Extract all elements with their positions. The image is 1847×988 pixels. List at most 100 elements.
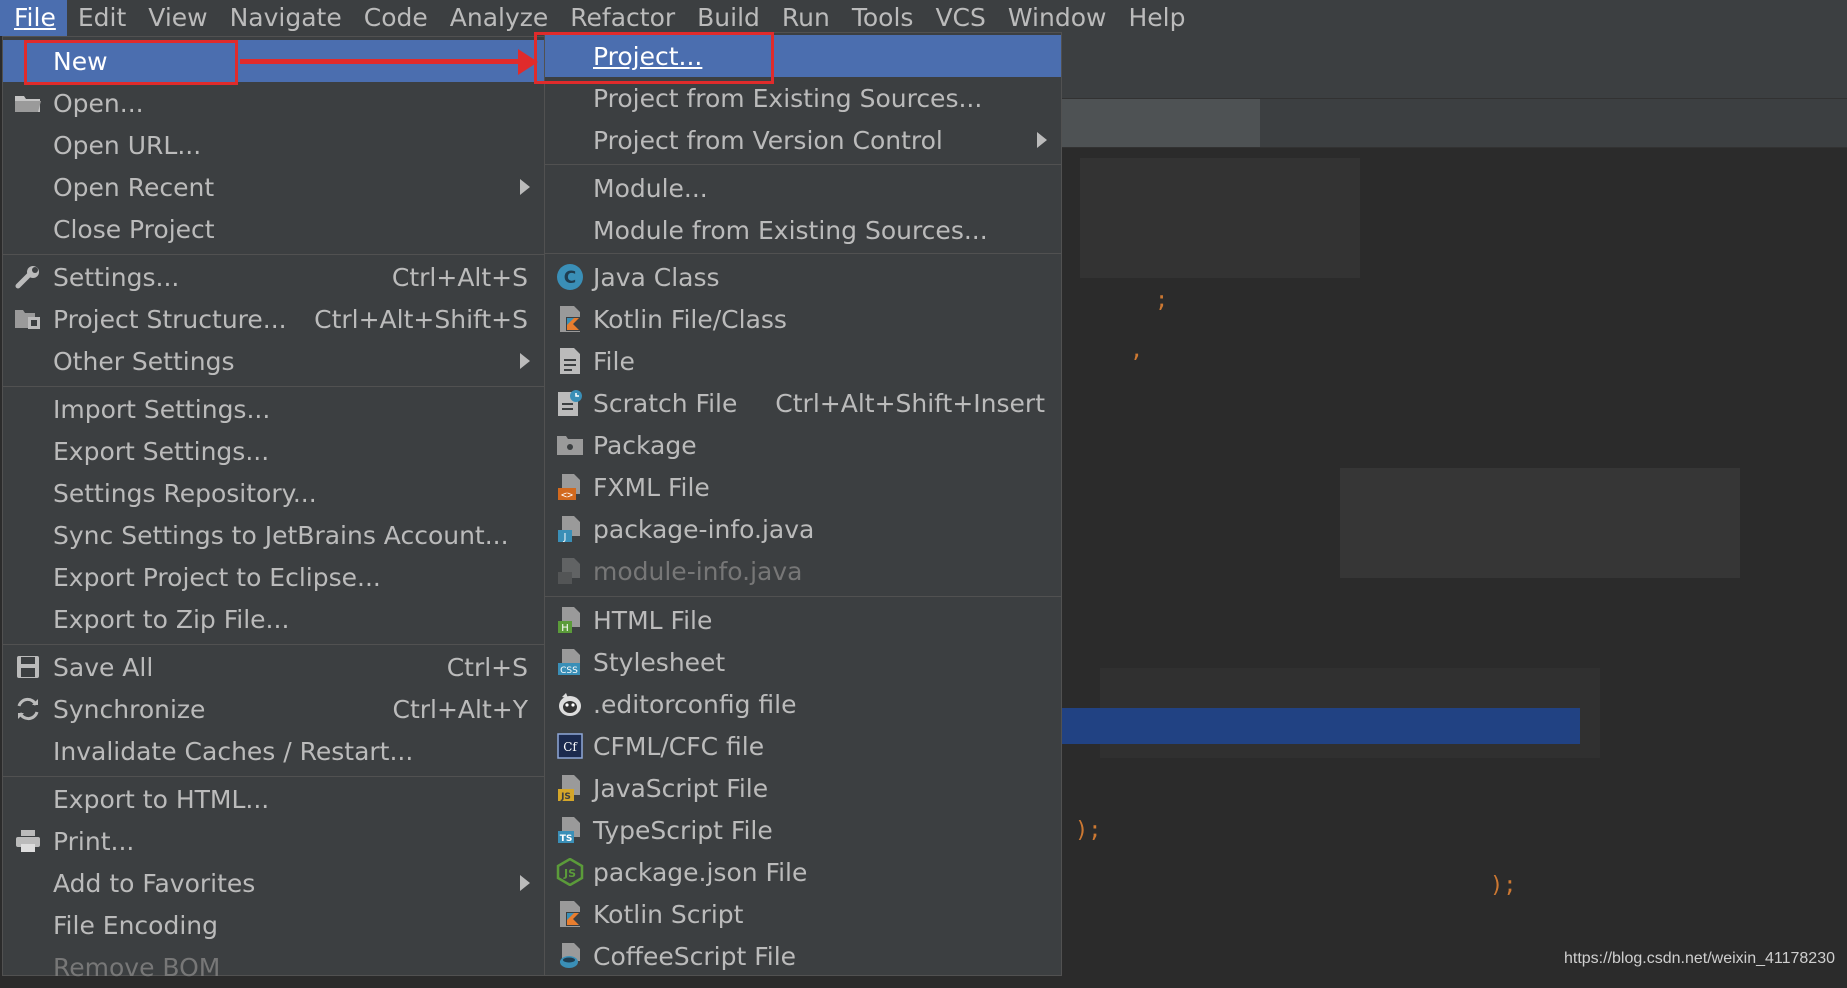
- svg-text:C: C: [564, 268, 576, 288]
- file-menu-synchronize[interactable]: Synchronize Ctrl+Alt+Y: [3, 688, 544, 730]
- code-fragment: ;: [1155, 288, 1168, 313]
- menu-navigate[interactable]: Navigate: [219, 0, 353, 36]
- package-folder-icon: [555, 430, 585, 460]
- menu-tools[interactable]: Tools: [841, 0, 925, 36]
- file-menu-save-all-label: Save All: [53, 653, 153, 682]
- menu-edit[interactable]: Edit: [67, 0, 137, 36]
- file-menu-invalidate-caches[interactable]: Invalidate Caches / Restart...: [3, 730, 544, 772]
- file-menu-save-all[interactable]: Save All Ctrl+S: [3, 646, 544, 688]
- new-menu-package[interactable]: Package: [545, 424, 1061, 466]
- new-menu-typescript[interactable]: TS TypeScript File: [545, 809, 1061, 851]
- menu-file-label: File: [14, 3, 56, 32]
- file-menu-file-encoding-label: File Encoding: [53, 911, 218, 940]
- new-menu-module[interactable]: Module...: [545, 167, 1061, 209]
- menu-analyze[interactable]: Analyze: [439, 0, 560, 36]
- file-menu-close-project-label: Close Project: [53, 215, 215, 244]
- kotlin-icon: [555, 304, 585, 334]
- menu-view[interactable]: View: [137, 0, 218, 36]
- menu-run[interactable]: Run: [771, 0, 841, 36]
- file-menu-open-url-label: Open URL...: [53, 131, 201, 160]
- new-menu-html-file-label: HTML File: [593, 606, 712, 635]
- code-fragment: );: [1490, 873, 1517, 898]
- file-menu-settings[interactable]: Settings... Ctrl+Alt+S: [3, 256, 544, 298]
- new-menu-package-json[interactable]: JS package.json File: [545, 851, 1061, 893]
- new-menu-java-class[interactable]: C Java Class: [545, 256, 1061, 298]
- new-menu-kotlin-file[interactable]: Kotlin File/Class: [545, 298, 1061, 340]
- new-menu-module-label: Module...: [593, 174, 708, 203]
- file-menu-export-zip[interactable]: Export to Zip File...: [3, 598, 544, 640]
- file-menu-export-html[interactable]: Export to HTML...: [3, 778, 544, 820]
- menu-help[interactable]: Help: [1117, 0, 1196, 36]
- css-file-icon: CSS: [555, 647, 585, 677]
- new-menu-project-vcs[interactable]: Project from Version Control: [545, 119, 1061, 161]
- editor-tab[interactable]: [1060, 99, 1260, 147]
- new-menu-javascript[interactable]: JS JavaScript File: [545, 767, 1061, 809]
- file-menu-project-structure[interactable]: Project Structure... Ctrl+Alt+Shift+S: [3, 298, 544, 340]
- new-menu-stylesheet-label: Stylesheet: [593, 648, 725, 677]
- file-menu-other-settings-label: Other Settings: [53, 347, 234, 376]
- menu-separator: [545, 253, 1061, 254]
- annotation-box-project: [534, 32, 774, 84]
- submenu-arrow-icon: [520, 875, 530, 891]
- menu-vcs[interactable]: VCS: [924, 0, 996, 36]
- save-icon: [13, 652, 43, 682]
- file-menu-open-url[interactable]: Open URL...: [3, 124, 544, 166]
- new-menu-javascript-label: JavaScript File: [593, 774, 768, 803]
- new-menu-cfml[interactable]: Cf CFML/CFC file: [545, 725, 1061, 767]
- new-menu-html-file[interactable]: H HTML File: [545, 599, 1061, 641]
- new-menu-module-info: module-info.java: [545, 550, 1061, 592]
- cfml-icon: Cf: [555, 731, 585, 761]
- redacted-block: [1340, 468, 1740, 578]
- file-menu-export-eclipse[interactable]: Export Project to Eclipse...: [3, 556, 544, 598]
- new-submenu: Project... Project from Existing Sources…: [544, 32, 1062, 976]
- file-menu-export-zip-label: Export to Zip File...: [53, 605, 289, 634]
- new-menu-module-info-label: module-info.java: [593, 557, 803, 586]
- menu-bar: File Edit View Navigate Code Analyze Ref…: [0, 0, 1847, 36]
- new-menu-kotlin-script-label: Kotlin Script: [593, 900, 743, 929]
- selected-code-line: [1060, 708, 1580, 744]
- new-menu-stylesheet[interactable]: CSS Stylesheet: [545, 641, 1061, 683]
- file-menu-invalidate-label: Invalidate Caches / Restart...: [53, 737, 413, 766]
- file-menu-close-project[interactable]: Close Project: [3, 208, 544, 250]
- new-menu-module-existing[interactable]: Module from Existing Sources...: [545, 209, 1061, 251]
- menu-file[interactable]: File: [0, 0, 67, 36]
- menu-window[interactable]: Window: [997, 0, 1118, 36]
- new-menu-coffeescript[interactable]: CoffeeScript File: [545, 935, 1061, 977]
- new-menu-kotlin-file-label: Kotlin File/Class: [593, 305, 787, 334]
- new-menu-package-info[interactable]: J package-info.java: [545, 508, 1061, 550]
- file-menu-open-recent[interactable]: Open Recent: [3, 166, 544, 208]
- new-menu-scratch-file-label: Scratch File: [593, 389, 737, 418]
- file-menu-open-recent-label: Open Recent: [53, 173, 214, 202]
- menu-refactor[interactable]: Refactor: [559, 0, 686, 36]
- file-menu-open[interactable]: Open...: [3, 82, 544, 124]
- new-menu-scratch-file[interactable]: Scratch File Ctrl+Alt+Shift+Insert: [545, 382, 1061, 424]
- submenu-arrow-icon: [520, 179, 530, 195]
- file-menu-print[interactable]: Print...: [3, 820, 544, 862]
- new-menu-typescript-label: TypeScript File: [593, 816, 773, 845]
- svg-text:<>: <>: [561, 490, 573, 501]
- new-menu-file[interactable]: File: [545, 340, 1061, 382]
- new-menu-editorconfig[interactable]: .editorconfig file: [545, 683, 1061, 725]
- synchronize-shortcut: Ctrl+Alt+Y: [393, 695, 529, 724]
- scratch-file-icon: [555, 388, 585, 418]
- project-structure-icon: [13, 304, 43, 334]
- new-menu-fxml[interactable]: <> FXML File: [545, 466, 1061, 508]
- file-menu-file-encoding[interactable]: File Encoding: [3, 904, 544, 946]
- file-menu-sync-settings[interactable]: Sync Settings to JetBrains Account...: [3, 514, 544, 556]
- code-editor[interactable]: ; , ); );: [1060, 148, 1847, 976]
- annotation-arrow-line: [240, 59, 520, 64]
- new-menu-project-vcs-label: Project from Version Control: [593, 126, 943, 155]
- file-menu-export-settings[interactable]: Export Settings...: [3, 430, 544, 472]
- new-menu-java-class-label: Java Class: [593, 263, 720, 292]
- menu-code[interactable]: Code: [353, 0, 439, 36]
- file-menu-sync-settings-label: Sync Settings to JetBrains Account...: [53, 521, 509, 550]
- file-menu-add-favorites[interactable]: Add to Favorites: [3, 862, 544, 904]
- file-menu-settings-repository[interactable]: Settings Repository...: [3, 472, 544, 514]
- menu-build[interactable]: Build: [686, 0, 771, 36]
- new-menu-kotlin-script[interactable]: Kotlin Script: [545, 893, 1061, 935]
- submenu-arrow-icon: [520, 353, 530, 369]
- project-structure-shortcut: Ctrl+Alt+Shift+S: [314, 305, 528, 334]
- file-menu-other-settings[interactable]: Other Settings: [3, 340, 544, 382]
- file-menu-import-settings[interactable]: Import Settings...: [3, 388, 544, 430]
- svg-text:JS: JS: [563, 867, 576, 880]
